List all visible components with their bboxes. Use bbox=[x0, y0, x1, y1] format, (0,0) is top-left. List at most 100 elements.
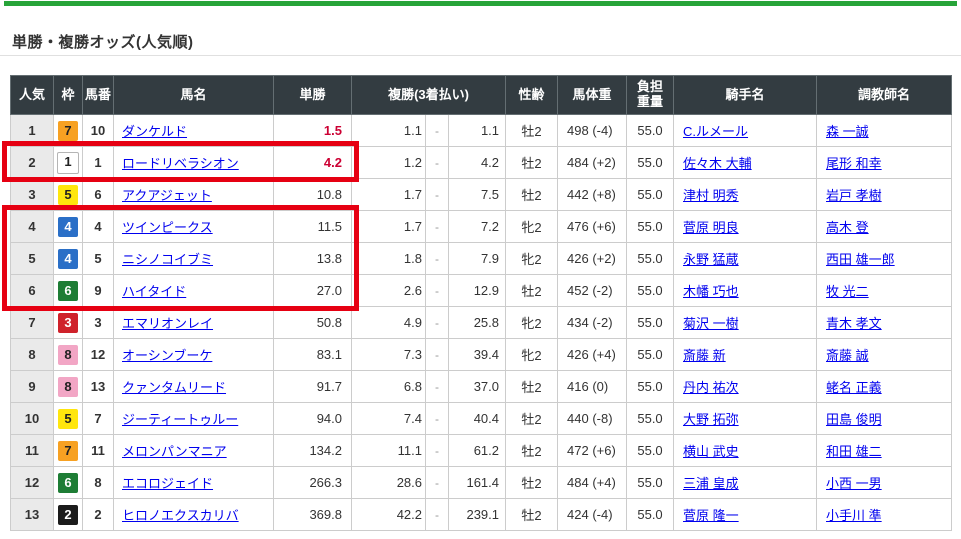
place-odds-low-cell: 2.6 bbox=[352, 275, 426, 307]
horse-name-cell: アクアジェット bbox=[114, 179, 274, 211]
rank-cell: 7 bbox=[11, 307, 54, 339]
table-row: 356アクアジェット10.81.7-7.5牡2442 (+8)55.0津村 明秀… bbox=[11, 179, 952, 211]
jockey-link[interactable]: 津村 明秀 bbox=[683, 188, 739, 203]
place-odds-high-cell: 4.2 bbox=[449, 147, 506, 179]
horse-name-link[interactable]: ツインピークス bbox=[122, 220, 213, 235]
jockey-link[interactable]: 丹内 祐次 bbox=[683, 380, 739, 395]
place-odds-high-cell: 40.4 bbox=[449, 403, 506, 435]
trainer-link[interactable]: 尾形 和幸 bbox=[826, 156, 882, 171]
horse-name-link[interactable]: クァンタムリード bbox=[122, 380, 226, 395]
horse-number-cell: 1 bbox=[83, 147, 114, 179]
rank-cell: 3 bbox=[11, 179, 54, 211]
place-odds-separator: - bbox=[426, 147, 449, 179]
frame-cell: 6 bbox=[54, 467, 83, 499]
odds-table-header: 人気 枠 馬番 馬名 単勝 複勝(3着払い) 性齢 馬体重 負担重量 騎手名 調… bbox=[11, 76, 952, 115]
horse-name-link[interactable]: エマリオンレイ bbox=[122, 316, 213, 331]
load-weight-cell: 55.0 bbox=[627, 307, 674, 339]
rank-cell: 4 bbox=[11, 211, 54, 243]
trainer-link[interactable]: 斎藤 誠 bbox=[826, 348, 869, 363]
trainer-link[interactable]: 森 一誠 bbox=[826, 124, 869, 139]
rank-cell: 5 bbox=[11, 243, 54, 275]
win-odds-cell: 134.2 bbox=[274, 435, 352, 467]
jockey-link[interactable]: 菅原 隆一 bbox=[683, 508, 739, 523]
trainer-link[interactable]: 牧 光二 bbox=[826, 284, 869, 299]
sex-age-cell: 牝2 bbox=[506, 211, 558, 243]
jockey-link[interactable]: 菊沢 一樹 bbox=[683, 316, 739, 331]
trainer-cell: 田島 俊明 bbox=[817, 403, 952, 435]
place-odds-high-cell: 7.5 bbox=[449, 179, 506, 211]
jockey-link[interactable]: 斎藤 新 bbox=[683, 348, 726, 363]
weight-cell: 498 (-4) bbox=[558, 115, 627, 147]
rank-cell: 9 bbox=[11, 371, 54, 403]
horse-number-cell: 2 bbox=[83, 499, 114, 531]
table-row: 1322ヒロノエクスカリバ369.842.2-239.1牡2424 (-4)55… bbox=[11, 499, 952, 531]
horse-name-link[interactable]: ダンケルド bbox=[122, 124, 187, 139]
jockey-cell: 菅原 隆一 bbox=[674, 499, 817, 531]
trainer-link[interactable]: 高木 登 bbox=[826, 220, 869, 235]
horse-name-link[interactable]: ニシノコイブミ bbox=[122, 252, 213, 267]
place-odds-high-cell: 12.9 bbox=[449, 275, 506, 307]
jockey-link[interactable]: 菅原 明良 bbox=[683, 220, 739, 235]
horse-name-link[interactable]: ロードリベラシオン bbox=[122, 156, 239, 171]
place-odds-high-cell: 25.8 bbox=[449, 307, 506, 339]
win-odds-cell: 4.2 bbox=[274, 147, 352, 179]
horse-name-link[interactable]: ハイタイド bbox=[122, 284, 186, 299]
trainer-link[interactable]: 田島 俊明 bbox=[826, 412, 882, 427]
horse-name-link[interactable]: オーシンブーケ bbox=[122, 348, 212, 363]
horse-name-link[interactable]: アクアジェット bbox=[122, 188, 212, 203]
frame-badge: 7 bbox=[58, 441, 78, 461]
jockey-link[interactable]: 佐々木 大輔 bbox=[683, 156, 752, 171]
jockey-cell: 菅原 明良 bbox=[674, 211, 817, 243]
jockey-cell: 佐々木 大輔 bbox=[674, 147, 817, 179]
horse-number-cell: 8 bbox=[83, 467, 114, 499]
place-odds-high-cell: 239.1 bbox=[449, 499, 506, 531]
trainer-cell: 小西 一男 bbox=[817, 467, 952, 499]
jockey-cell: 木幡 巧也 bbox=[674, 275, 817, 307]
horse-name-link[interactable]: エコロジェイド bbox=[122, 476, 213, 491]
jockey-link[interactable]: 木幡 巧也 bbox=[683, 284, 739, 299]
sex-age-cell: 牡2 bbox=[506, 275, 558, 307]
jockey-link[interactable]: 大野 拓弥 bbox=[683, 412, 739, 427]
header-rank: 人気 bbox=[11, 76, 54, 115]
horse-name-link[interactable]: ジーティートゥルー bbox=[122, 412, 238, 427]
jockey-cell: 大野 拓弥 bbox=[674, 403, 817, 435]
trainer-cell: 和田 雄二 bbox=[817, 435, 952, 467]
jockey-link[interactable]: 三浦 皇成 bbox=[683, 476, 739, 491]
jockey-cell: 横山 武史 bbox=[674, 435, 817, 467]
table-row: 11711メロンパンマニア134.211.1-61.2牡2472 (+6)55.… bbox=[11, 435, 952, 467]
horse-name-link[interactable]: ヒロノエクスカリバ bbox=[122, 508, 239, 523]
horse-name-cell: ニシノコイブミ bbox=[114, 243, 274, 275]
jockey-link[interactable]: 横山 武史 bbox=[683, 444, 739, 459]
frame-cell: 4 bbox=[54, 243, 83, 275]
jockey-link[interactable]: 永野 猛蔵 bbox=[683, 252, 739, 267]
trainer-link[interactable]: 和田 雄二 bbox=[826, 444, 882, 459]
weight-cell: 476 (+6) bbox=[558, 211, 627, 243]
trainer-link[interactable]: 小手川 準 bbox=[826, 508, 882, 523]
horse-number-cell: 10 bbox=[83, 115, 114, 147]
place-odds-high-cell: 39.4 bbox=[449, 339, 506, 371]
win-odds-cell: 369.8 bbox=[274, 499, 352, 531]
frame-cell: 2 bbox=[54, 499, 83, 531]
horse-name-link[interactable]: メロンパンマニア bbox=[122, 444, 227, 459]
win-odds-cell: 83.1 bbox=[274, 339, 352, 371]
frame-badge: 4 bbox=[58, 249, 78, 269]
trainer-link[interactable]: 小西 一男 bbox=[826, 476, 882, 491]
horse-name-cell: ヒロノエクスカリバ bbox=[114, 499, 274, 531]
weight-cell: 442 (+8) bbox=[558, 179, 627, 211]
horse-name-cell: オーシンブーケ bbox=[114, 339, 274, 371]
trainer-link[interactable]: 岩戸 孝樹 bbox=[826, 188, 882, 203]
table-row: 1268エコロジェイド266.328.6-161.4牡2484 (+4)55.0… bbox=[11, 467, 952, 499]
trainer-link[interactable]: 青木 孝文 bbox=[826, 316, 882, 331]
trainer-link[interactable]: 西田 雄一郎 bbox=[826, 252, 895, 267]
horse-name-cell: エマリオンレイ bbox=[114, 307, 274, 339]
rank-cell: 2 bbox=[11, 147, 54, 179]
place-odds-high-cell: 37.0 bbox=[449, 371, 506, 403]
win-odds-cell: 91.7 bbox=[274, 371, 352, 403]
place-odds-low-cell: 1.7 bbox=[352, 179, 426, 211]
win-odds-cell: 27.0 bbox=[274, 275, 352, 307]
load-weight-cell: 55.0 bbox=[627, 499, 674, 531]
horse-name-cell: メロンパンマニア bbox=[114, 435, 274, 467]
trainer-link[interactable]: 蛯名 正義 bbox=[826, 380, 882, 395]
jockey-link[interactable]: C.ルメール bbox=[683, 124, 748, 139]
load-weight-cell: 55.0 bbox=[627, 115, 674, 147]
